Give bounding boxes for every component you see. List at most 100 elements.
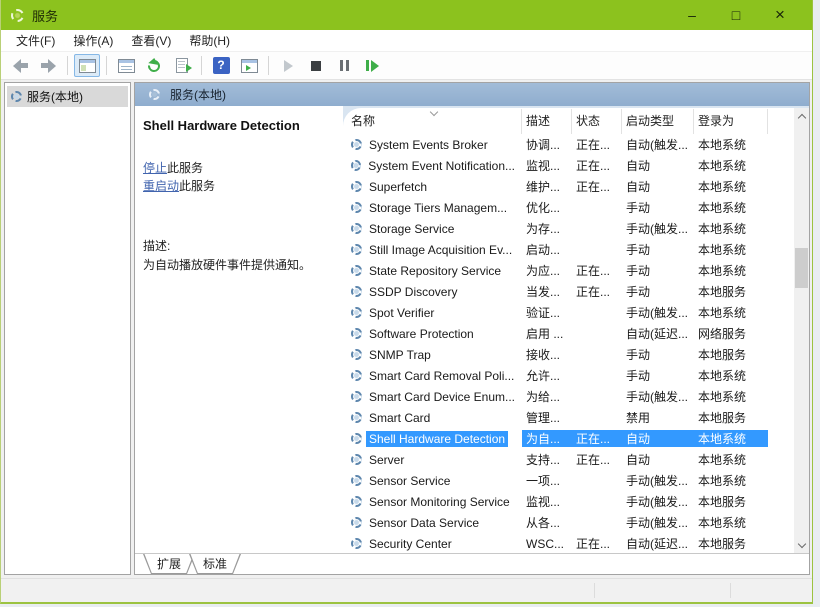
service-row[interactable]: Server 支持... 正在... 自动 本地系统 [343,449,794,470]
forward-button[interactable] [35,54,61,77]
main-pane: 服务(本地) Shell Hardware Detection 停止此服务 重启… [134,82,810,575]
column-header-status[interactable]: 状态 [572,109,622,134]
service-row[interactable]: Software Protection 启用 ... 自动(延迟... 网络服务 [343,323,794,344]
service-row[interactable]: Sensor Service 一项... 手动(触发... 本地系统 [343,470,794,491]
service-row[interactable]: Smart Card Removal Poli... 允许... 手动 本地系统 [343,365,794,386]
service-gear-icon [351,265,362,276]
service-gear-icon [351,223,362,234]
service-gear-icon [351,181,362,192]
start-service-icon [284,60,293,72]
help-button[interactable]: ? [208,54,234,77]
service-row[interactable]: Smart Card 管理... 禁用 本地服务 [343,407,794,428]
properties-button[interactable] [113,54,139,77]
status-bar-separator [594,583,595,598]
service-gear-icon [351,139,362,150]
services-list-area: 名称 描述 状态 启动类型 登录为 System Events Broker 协… [343,106,809,553]
service-gear-icon [351,349,362,360]
export-list-icon [176,58,188,73]
start-service-button[interactable] [275,54,301,77]
restart-service-button[interactable] [359,54,385,77]
service-row[interactable]: Shell Hardware Detection 为自... 正在... 自动 … [343,428,794,449]
back-button[interactable] [7,54,33,77]
show-console-tree-button[interactable] [74,54,100,77]
service-row[interactable]: Storage Service 为存... 手动(触发... 本地系统 [343,218,794,239]
service-gear-icon [351,496,362,507]
show-action-pane-button[interactable] [236,54,262,77]
titlebar: 服务 – □ × [1,0,812,30]
forward-icon [41,59,56,73]
service-row[interactable]: Sensor Data Service 从各... 手动(触发... 本地系统 [343,512,794,533]
column-header-description[interactable]: 描述 [522,109,572,134]
sort-descending-icon [430,108,438,116]
service-row[interactable]: Sensor Monitoring Service 监视... 手动(触发...… [343,491,794,512]
service-row[interactable]: System Events Broker 协调... 正在... 自动(触发..… [343,134,794,155]
restart-service-line: 重启动此服务 [143,177,335,195]
export-list-button[interactable] [169,54,195,77]
column-header-logon-as[interactable]: 登录为 [694,109,768,134]
menu-item[interactable]: 查看(V) [122,29,180,52]
service-row[interactable]: System Event Notification... 监视... 正在...… [343,155,794,176]
restart-service-link[interactable]: 重启动 [143,179,179,193]
menu-bar: 文件(F)操作(A)查看(V)帮助(H) [1,30,812,52]
tree-item-services-local[interactable]: 服务(本地) [7,86,128,107]
restart-service-icon [366,60,379,72]
service-gear-icon [351,370,362,381]
toolbar-separator [268,56,269,75]
service-row[interactable]: SNMP Trap 接收... 手动 本地服务 [343,344,794,365]
service-row[interactable]: State Repository Service 为应... 正在... 手动 … [343,260,794,281]
service-row[interactable]: Superfetch 维护... 正在... 自动 本地系统 [343,176,794,197]
console-tree-icon [79,59,96,73]
maximize-button[interactable]: □ [714,7,758,23]
service-row[interactable]: Smart Card Device Enum... 为给... 手动(触发...… [343,386,794,407]
stop-service-link[interactable]: 停止 [143,161,167,175]
vertical-scrollbar[interactable] [794,108,809,553]
close-button[interactable]: × [758,5,802,25]
list-header: 名称 描述 状态 启动类型 登录为 [343,108,794,134]
service-gear-icon [351,433,362,444]
service-gear-icon [351,412,362,423]
service-gear-icon [351,160,361,171]
service-gear-icon [351,517,362,528]
service-row[interactable]: SSDP Discovery 当发... 正在... 手动 本地服务 [343,281,794,302]
view-tab-inactive[interactable]: 标准 [189,554,241,574]
stop-service-button[interactable] [303,54,329,77]
console-tree-pane: 服务(本地) [4,82,131,575]
tree-item-label: 服务(本地) [27,88,83,105]
list-body: System Events Broker 协调... 正在... 自动(触发..… [343,134,794,553]
refresh-icon [146,57,163,74]
scroll-up-arrow[interactable] [794,108,809,124]
window-title: 服务 [32,6,58,25]
service-row[interactable]: Security Center WSC... 正在... 自动(延迟... 本地… [343,533,794,553]
services-gear-icon [11,9,24,22]
stop-service-line: 停止此服务 [143,159,335,177]
scroll-down-arrow[interactable] [794,537,809,553]
status-bar-separator [730,583,731,598]
toolbar-separator [106,56,107,75]
stop-service-suffix: 此服务 [167,161,203,175]
pause-service-button[interactable] [331,54,357,77]
scrollbar-thumb[interactable] [795,248,808,288]
pause-service-icon [340,60,349,71]
services-gear-icon [11,91,22,102]
service-row[interactable]: Spot Verifier 验证... 手动(触发... 本地系统 [343,302,794,323]
service-gear-icon [351,538,362,549]
toolbar-separator [67,56,68,75]
service-row[interactable]: Still Image Acquisition Ev... 启动... 手动 本… [343,239,794,260]
column-header-name[interactable]: 名称 [347,109,522,134]
menu-item[interactable]: 文件(F) [7,29,64,52]
services-gear-icon [149,89,160,100]
service-gear-icon [351,286,362,297]
status-bar [1,578,812,602]
toolbar-separator [201,56,202,75]
help-icon: ? [213,57,230,74]
menu-item[interactable]: 帮助(H) [180,29,239,52]
service-row[interactable]: Storage Tiers Managem... 优化... 手动 本地系统 [343,197,794,218]
refresh-button[interactable] [141,54,167,77]
view-tab-active[interactable]: 扩展 [143,554,195,574]
service-detail-panel: Shell Hardware Detection 停止此服务 重启动此服务 描述… [135,106,343,553]
service-gear-icon [351,202,362,213]
minimize-button[interactable]: – [670,7,714,23]
menu-item[interactable]: 操作(A) [64,29,122,52]
column-header-startup-type[interactable]: 启动类型 [622,109,694,134]
action-pane-icon [241,59,258,73]
